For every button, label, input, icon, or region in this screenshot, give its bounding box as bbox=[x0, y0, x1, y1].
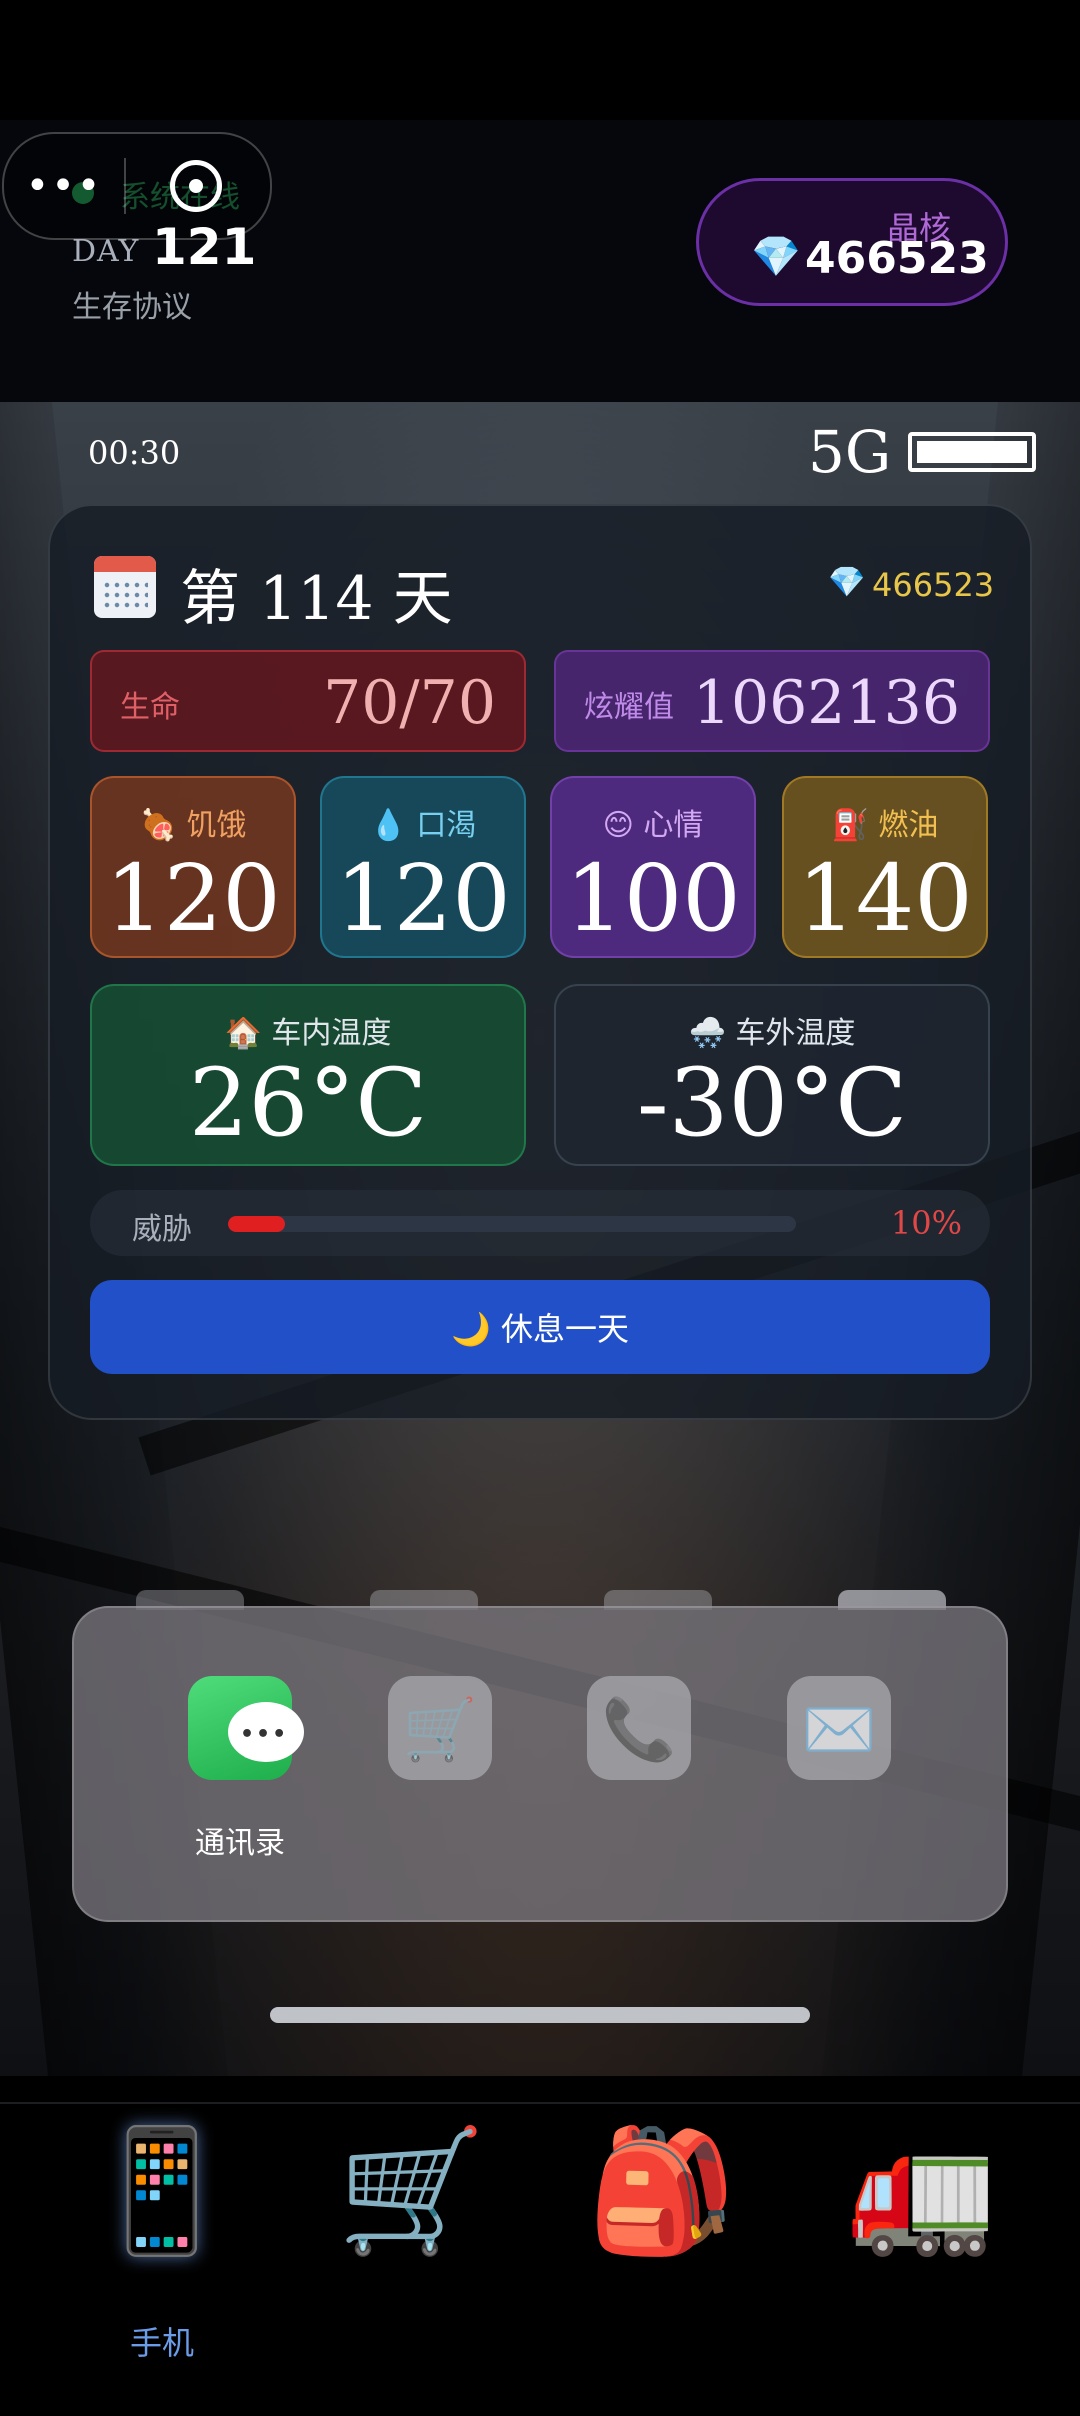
threat-meter: 威胁 10% bbox=[90, 1190, 990, 1256]
thirst-value: 120 bbox=[335, 845, 511, 952]
fuel-value: 140 bbox=[797, 845, 973, 952]
nav-phone-label: 手机 bbox=[129, 2324, 194, 2362]
day-title: 第 114 天 bbox=[180, 564, 453, 634]
calendar-icon bbox=[94, 556, 156, 618]
diamond-icon: 💎 bbox=[828, 565, 866, 600]
contacts-app-icon[interactable]: ••• bbox=[188, 1676, 304, 1780]
outside-temperature-value: -30°C bbox=[636, 1049, 908, 1158]
contacts-app-label: 通讯录 bbox=[195, 1826, 285, 1861]
diamond-icon: 💎 bbox=[751, 234, 801, 280]
mood-label: 😊 心情 bbox=[602, 808, 704, 843]
crystal-value: 466523 bbox=[805, 233, 989, 284]
threat-percent: 10% bbox=[890, 1204, 962, 1242]
hunger-value: 120 bbox=[105, 845, 281, 952]
day-label: DAY bbox=[72, 234, 140, 269]
capsule-divider bbox=[124, 158, 126, 214]
fuel-label: ⛽ 燃油 bbox=[831, 808, 939, 843]
rest-one-day-button[interactable]: 🌙 休息一天 bbox=[90, 1280, 990, 1374]
thirst-stat: 💧 口渴 120 bbox=[320, 776, 526, 958]
nav-backpack[interactable]: 🎒 bbox=[562, 2120, 762, 2264]
mobile-phone-icon: 📱 bbox=[87, 2122, 237, 2261]
fame-value: 1062136 bbox=[692, 668, 960, 738]
threat-progress-track bbox=[228, 1216, 796, 1232]
day-number: 121 bbox=[152, 218, 257, 276]
close-target-icon[interactable] bbox=[170, 160, 222, 212]
outside-temperature-label: 🌨️ 车外温度 bbox=[688, 1016, 856, 1051]
fame-stat: 炫耀值 1062136 bbox=[554, 650, 990, 752]
fame-label: 炫耀值 bbox=[584, 690, 674, 725]
mood-stat: 😊 心情 100 bbox=[550, 776, 756, 958]
shopping-cart-icon: 🛒 bbox=[402, 1695, 478, 1765]
mood-value: 100 bbox=[565, 845, 741, 952]
fuel-stat: ⛽ 燃油 140 bbox=[782, 776, 988, 958]
survival-protocol-label: 生存协议 bbox=[72, 290, 192, 325]
status-time: 00:30 bbox=[88, 434, 181, 472]
phone-app-icon[interactable]: 📞 bbox=[587, 1676, 691, 1780]
outside-temperature: 🌨️ 车外温度 -30°C bbox=[554, 984, 990, 1166]
threat-progress-fill bbox=[228, 1216, 285, 1232]
inside-temperature-value: 26°C bbox=[188, 1049, 428, 1158]
life-value: 70/70 bbox=[323, 668, 496, 738]
inside-temperature-label: 🏠 车内温度 bbox=[224, 1016, 392, 1051]
thirst-label: 💧 口渴 bbox=[369, 808, 477, 843]
backpack-icon: 🎒 bbox=[587, 2122, 737, 2261]
shop-app-icon[interactable]: 🛒 bbox=[388, 1676, 492, 1780]
threat-label: 威胁 bbox=[132, 1212, 192, 1247]
top-bar bbox=[0, 0, 1080, 120]
nav-phone[interactable]: 📱 bbox=[62, 2120, 262, 2264]
hunger-stat: 🍖 饥饿 120 bbox=[90, 776, 296, 958]
crystal-balance-badge[interactable]: 晶核 💎 466523 bbox=[696, 178, 1008, 306]
envelope-icon: ✉️ bbox=[801, 1695, 877, 1765]
mail-app-icon[interactable]: ✉️ bbox=[787, 1676, 891, 1780]
network-indicator: 5G bbox=[808, 418, 892, 486]
life-label: 生命 bbox=[120, 690, 180, 725]
more-icon[interactable]: ••• bbox=[4, 166, 124, 206]
inside-temperature: 🏠 车内温度 26°C bbox=[90, 984, 526, 1166]
life-stat: 生命 70/70 bbox=[90, 650, 526, 752]
truck-icon: 🚛 bbox=[847, 2122, 997, 2261]
home-indicator[interactable] bbox=[270, 2007, 810, 2023]
nav-shop[interactable]: 🛒 bbox=[312, 2120, 512, 2264]
nav-truck[interactable]: 🚛 bbox=[822, 2120, 1022, 2264]
battery-icon bbox=[908, 432, 1036, 472]
phone-icon: 📞 bbox=[601, 1695, 677, 1765]
card-crystal-value: 466523 bbox=[872, 566, 995, 604]
hunger-label: 🍖 饥饿 bbox=[139, 808, 247, 843]
shopping-cart-icon: 🛒 bbox=[337, 2122, 487, 2261]
